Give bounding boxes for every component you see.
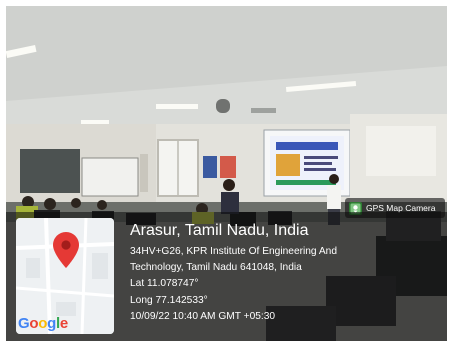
- photo-frame: GPS Map Camera Google Arasur, Tamil Nadu…: [0, 0, 453, 347]
- location-title: Arasur, Tamil Nadu, India: [130, 222, 309, 239]
- location-details: Arasur, Tamil Nadu, India 34HV+G26, KPR …: [130, 222, 337, 325]
- map-pin-icon: [53, 232, 79, 268]
- timestamp: 10/09/22 10:40 AM GMT +05:30: [130, 310, 276, 322]
- address-line-1: 34HV+G26, KPR Institute Of Engineering A…: [130, 246, 337, 257]
- longitude: Long 77.142533°: [130, 294, 208, 306]
- latitude: Lat 11.078747°: [130, 278, 199, 290]
- map-thumbnail: Google: [16, 218, 114, 334]
- address-line-2: Technology, Tamil Nadu 641048, India: [130, 262, 302, 274]
- google-logo: Google: [18, 315, 68, 332]
